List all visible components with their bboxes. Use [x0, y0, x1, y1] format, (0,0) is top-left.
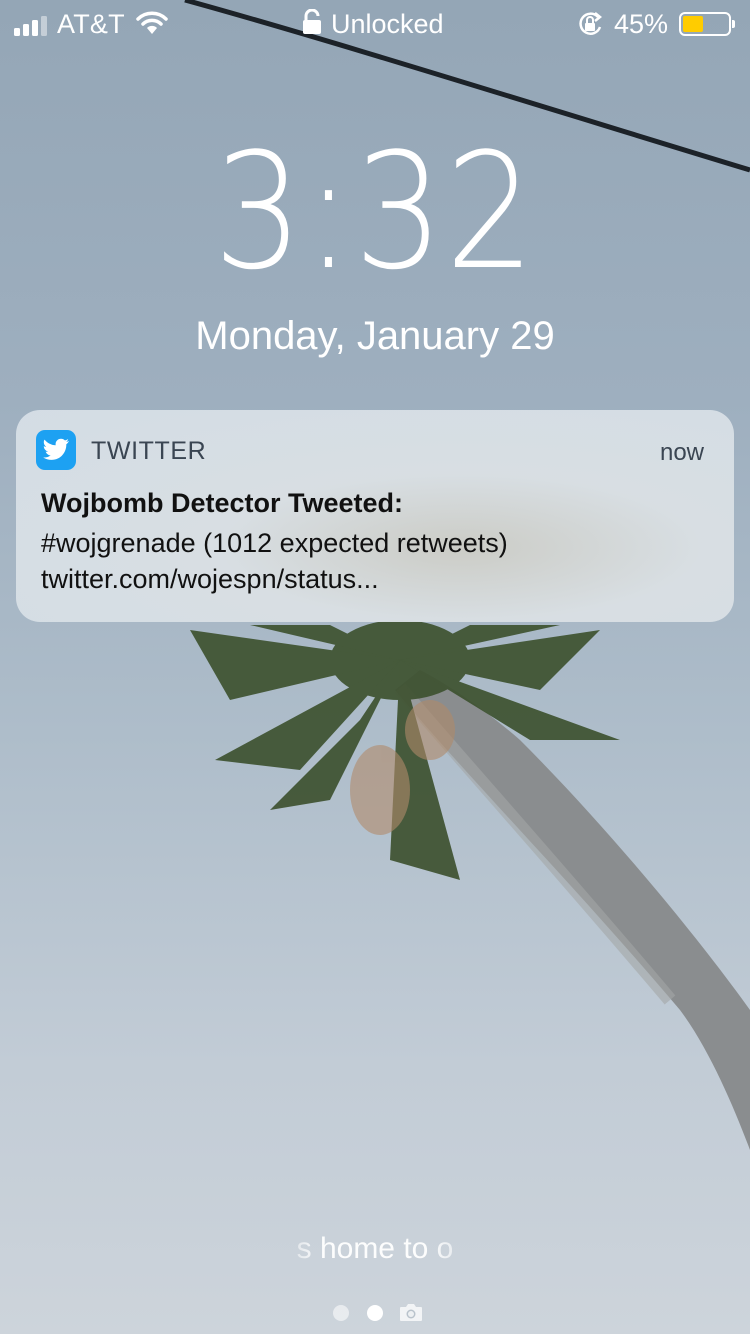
notification-card[interactable]: TWITTER now Wojbomb Detector Tweeted: #w…	[16, 410, 734, 622]
twitter-bird-icon	[36, 430, 76, 470]
page-dot-active	[367, 1305, 383, 1321]
carrier-label: AT&T	[57, 9, 125, 39]
battery-icon	[679, 12, 735, 36]
notification-time: now	[659, 439, 704, 466]
lock-screen-time: 3:32	[213, 118, 537, 305]
lock-status-label: Unlocked	[331, 9, 444, 39]
camera-icon[interactable]	[399, 1302, 423, 1322]
lock-icon	[303, 9, 321, 34]
wifi-icon	[136, 11, 168, 34]
battery-level-fill	[683, 16, 703, 32]
press-home-hint: s home to o	[296, 1232, 454, 1265]
rotation-lock-icon	[579, 12, 603, 35]
notification-body-line: twitter.com/wojespn/status...	[41, 564, 379, 594]
page-dot	[333, 1305, 349, 1321]
notification-body-line: #wojgrenade (1012 expected retweets)	[41, 528, 508, 558]
signal-icon	[14, 14, 50, 36]
notification-app-name: TWITTER	[91, 437, 207, 465]
battery-percent: 45%	[614, 9, 669, 39]
notification-title: Wojbomb Detector Tweeted:	[41, 488, 404, 518]
lock-screen-date: Monday, January 29	[195, 314, 555, 358]
status-bar: AT&T Unlocked 45%	[0, 0, 750, 48]
